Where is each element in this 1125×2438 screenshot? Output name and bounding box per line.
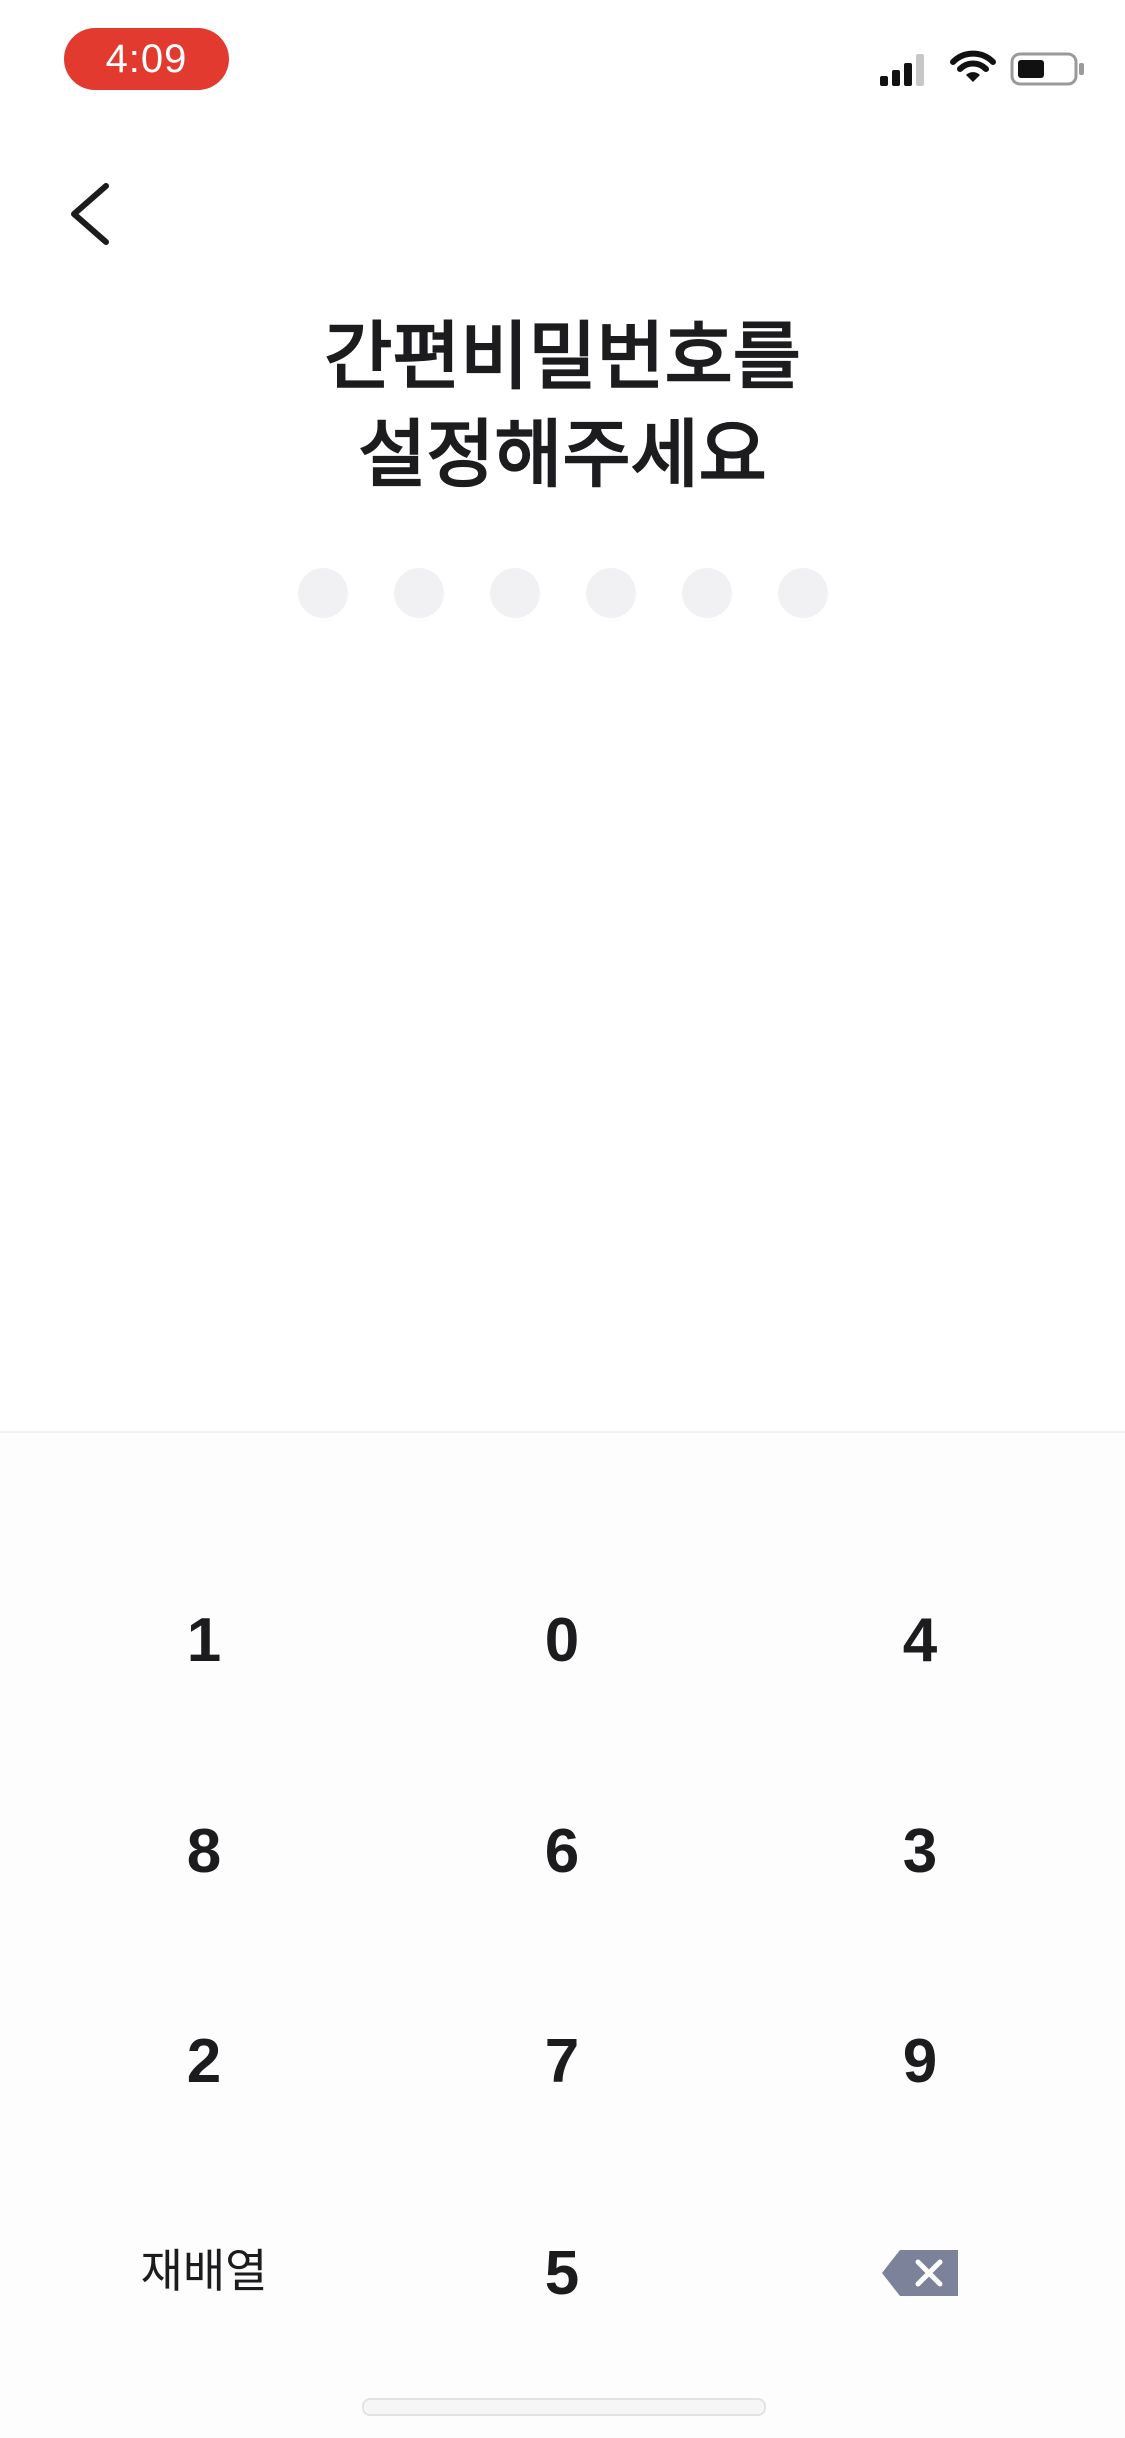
key-label: 6: [544, 1816, 580, 1886]
page-title-line-2: 설정해주세요: [358, 412, 767, 498]
key-label: 1: [186, 1605, 222, 1675]
key-0[interactable]: 0: [412, 1555, 712, 1725]
cellular-signal-icon: [880, 54, 924, 86]
home-indicator: [362, 2398, 766, 2416]
key-8[interactable]: 8: [54, 1766, 354, 1936]
chevron-left-icon: [71, 183, 109, 245]
status-icons: [880, 46, 1085, 90]
page-title: 간편비밀번호를 설정해주세요: [0, 308, 1125, 504]
number-keypad: 1 0 4 8 6 3 2 7 9 재배열 5: [0, 1431, 1125, 2438]
key-label: 2: [186, 2026, 222, 2096]
pin-indicator: [298, 568, 828, 618]
key-label: 9: [902, 2026, 938, 2096]
key-6[interactable]: 6: [412, 1766, 712, 1936]
status-time: 4:09: [64, 28, 229, 90]
pin-dot: [778, 568, 828, 618]
page-title-line-1: 간편비밀번호를: [324, 314, 801, 400]
key-3[interactable]: 3: [770, 1766, 1070, 1936]
pin-dot: [490, 568, 540, 618]
key-label: 0: [544, 1605, 580, 1675]
pin-dot: [586, 568, 636, 618]
key-4[interactable]: 4: [770, 1555, 1070, 1725]
wifi-icon: [950, 50, 996, 82]
battery-icon: [1010, 52, 1084, 86]
shuffle-button[interactable]: 재배열: [54, 2183, 354, 2353]
key-7[interactable]: 7: [412, 1976, 712, 2146]
delete-button[interactable]: [770, 2188, 1070, 2358]
pin-dot: [394, 568, 444, 618]
shuffle-label: 재배열: [140, 2244, 268, 2298]
pin-dot: [298, 568, 348, 618]
key-1[interactable]: 1: [54, 1555, 354, 1725]
key-5[interactable]: 5: [412, 2188, 712, 2358]
key-label: 4: [902, 1605, 938, 1675]
pin-setup-screen: 4:09 간편비밀번호를 설정해주세요 1 0 4 8 6 3 2 7 9 재배…: [0, 0, 1125, 2438]
pin-dot: [682, 568, 732, 618]
backspace-icon: [882, 2250, 958, 2296]
key-label: 7: [544, 2026, 580, 2096]
key-9[interactable]: 9: [770, 1976, 1070, 2146]
key-label: 8: [186, 1816, 222, 1886]
back-button[interactable]: [60, 172, 124, 256]
status-bar: 4:09: [0, 0, 1125, 120]
key-label: 5: [544, 2238, 580, 2308]
key-2[interactable]: 2: [54, 1976, 354, 2146]
key-label: 3: [902, 1816, 938, 1886]
